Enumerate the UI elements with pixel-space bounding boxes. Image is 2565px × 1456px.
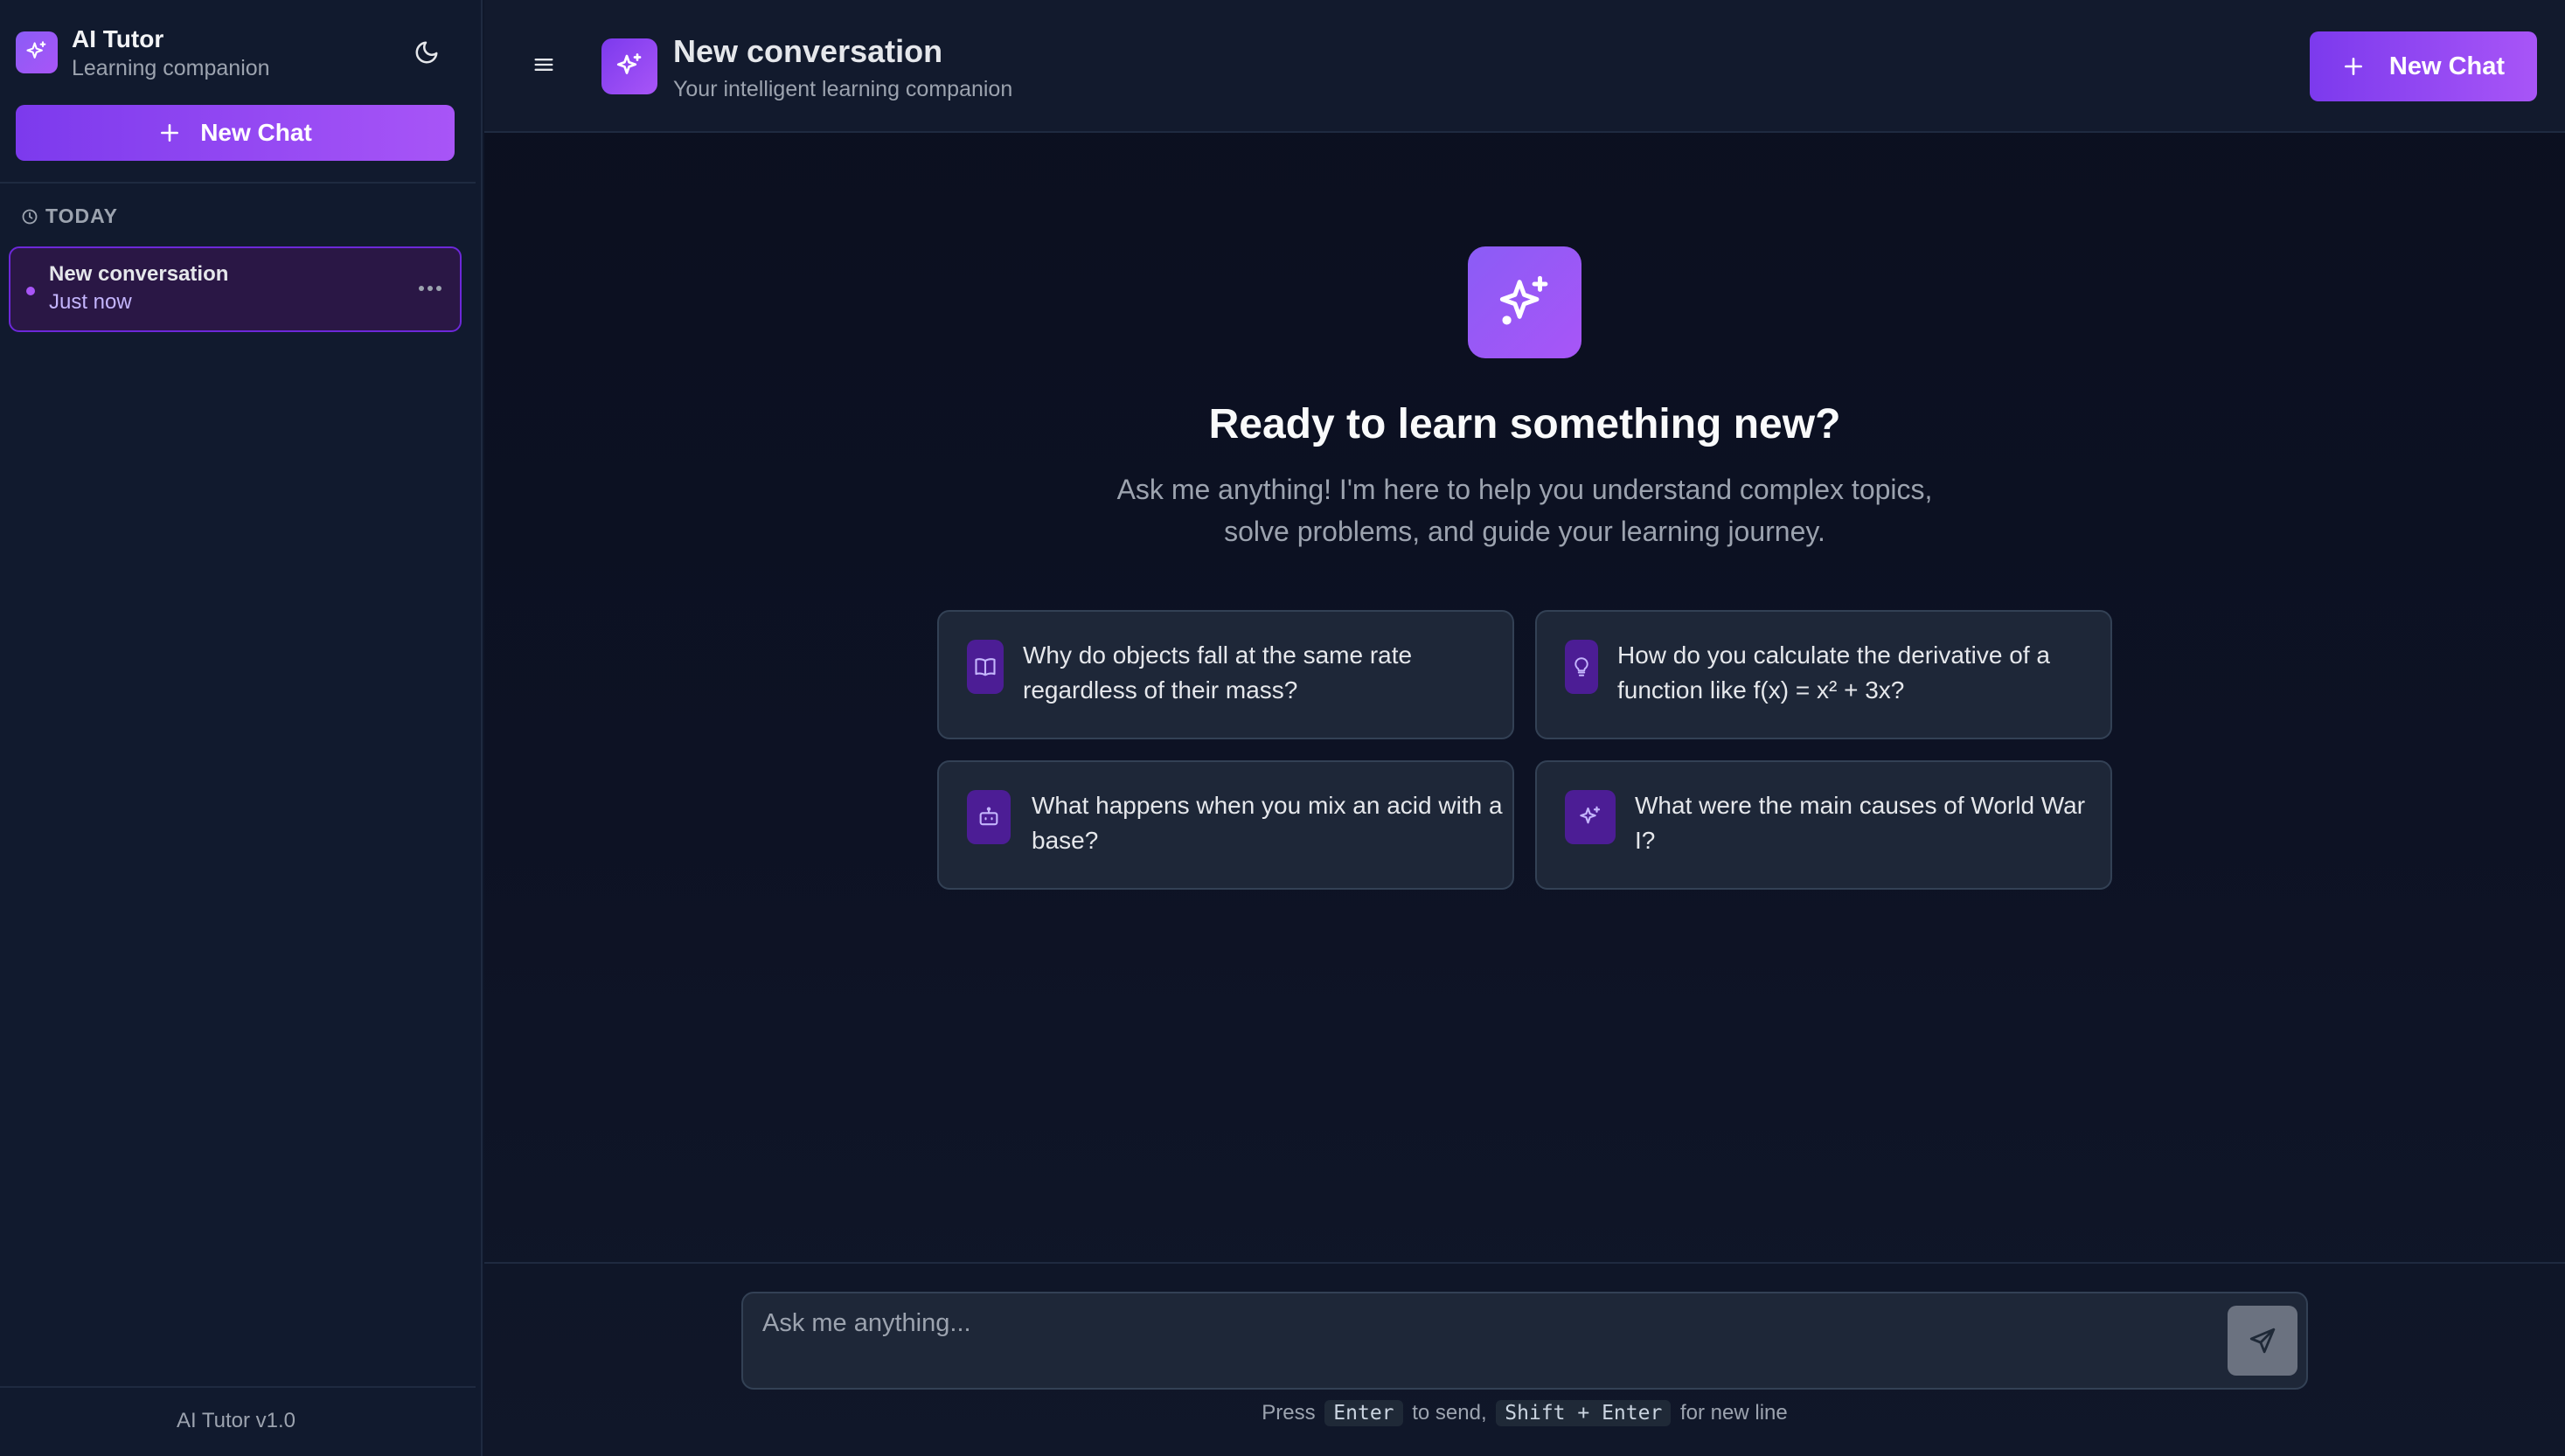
hint-to-send: to send, xyxy=(1412,1401,1487,1425)
send-icon xyxy=(2249,1328,2276,1354)
hero-subtitle: Ask me anything! I'm here to help you un… xyxy=(1116,474,1933,547)
page-title: New conversation xyxy=(673,33,943,69)
plus-icon xyxy=(2344,58,2362,75)
clock-icon xyxy=(22,209,38,224)
hint-new-line: for new line xyxy=(1679,1401,1788,1425)
sparkles-icon xyxy=(601,38,657,94)
suggestion-text: Why do objects fall at the same rate reg… xyxy=(1023,641,1413,704)
robot-icon xyxy=(967,790,1011,844)
theme-toggle-button[interactable] xyxy=(404,33,449,72)
section-label-today: TODAY xyxy=(21,205,118,228)
main-panel: New conversation Your intelligent learni… xyxy=(484,0,2565,1456)
conversation-time: Just now xyxy=(49,290,132,314)
send-button[interactable] xyxy=(2228,1306,2297,1376)
suggestion-text: What happens when you mix an acid with a… xyxy=(1032,792,1503,854)
suggestion-card-calculus[interactable]: How do you calculate the derivative of a… xyxy=(1535,610,2112,739)
brand-subtitle: Learning companion xyxy=(72,56,270,80)
conversation-title: New conversation xyxy=(49,262,229,286)
active-dot xyxy=(26,287,35,295)
enter-key-badge: Enter xyxy=(1324,1400,1403,1426)
hero-sparkles-icon xyxy=(1468,246,1581,358)
suggestion-text: How do you calculate the derivative of a… xyxy=(1617,641,2050,704)
hamburger-icon xyxy=(534,59,553,72)
suggestion-text: What were the main causes of World War I… xyxy=(1635,792,2086,854)
lightbulb-icon xyxy=(1565,640,1598,694)
sidebar: AI Tutor Learning companion New Chat TOD… xyxy=(0,0,483,1456)
new-chat-label: New Chat xyxy=(2388,52,2506,80)
suggestion-card-history[interactable]: What were the main causes of World War I… xyxy=(1535,760,2112,890)
plus-icon xyxy=(161,124,179,142)
divider xyxy=(484,1262,2565,1264)
new-chat-label: New Chat xyxy=(200,119,312,146)
divider xyxy=(0,182,476,184)
shift-enter-key-badge: Shift + Enter xyxy=(1496,1400,1672,1426)
new-chat-button-sidebar[interactable]: New Chat xyxy=(16,105,455,161)
suggestion-card-physics[interactable]: Why do objects fall at the same rate reg… xyxy=(937,610,1514,739)
sparkles-logo-icon xyxy=(16,31,58,73)
brand: AI Tutor Learning companion xyxy=(16,25,270,80)
sparkles-icon xyxy=(1565,790,1616,844)
page-subtitle: Your intelligent learning companion xyxy=(673,77,1013,101)
book-icon xyxy=(967,640,1004,694)
brand-title: AI Tutor xyxy=(72,25,164,52)
section-label-text: TODAY xyxy=(45,205,118,227)
suggestion-card-chemistry[interactable]: What happens when you mix an acid with a… xyxy=(937,760,1514,890)
composer-hint: Press Enter to send, Shift + Enter for n… xyxy=(484,1400,2565,1426)
version-label: AI Tutor v1.0 xyxy=(176,1409,296,1432)
message-input[interactable] xyxy=(762,1306,2179,1341)
divider xyxy=(0,1386,476,1388)
top-bar: New conversation Your intelligent learni… xyxy=(484,0,2565,133)
more-options-button[interactable] xyxy=(413,273,448,304)
new-chat-button-header[interactable]: New Chat xyxy=(2310,31,2537,101)
ellipsis-icon xyxy=(419,286,441,291)
menu-toggle-button[interactable] xyxy=(528,49,560,80)
moon-icon xyxy=(415,41,438,64)
conversation-item[interactable]: New conversation Just now xyxy=(9,246,462,332)
hint-press: Press xyxy=(1262,1401,1316,1425)
message-composer xyxy=(741,1292,2308,1390)
hero-title: Ready to learn something new? xyxy=(1208,401,1841,447)
